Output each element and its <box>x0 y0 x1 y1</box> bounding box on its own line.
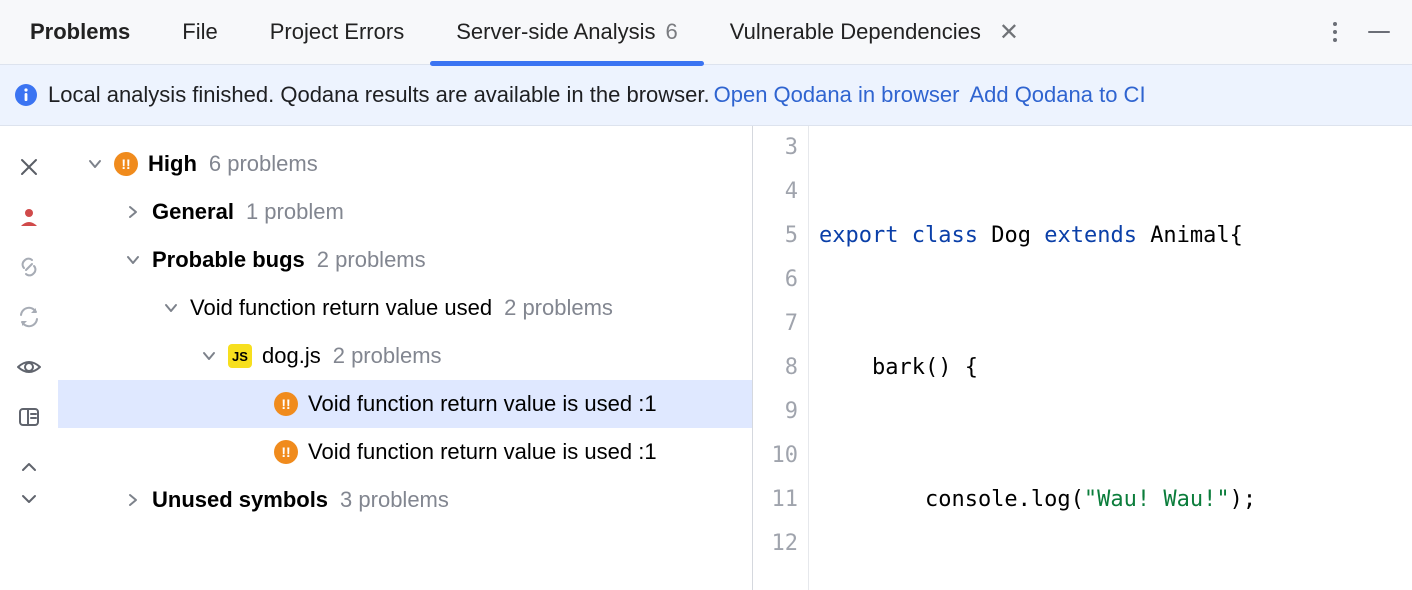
code-line: bark() { <box>819 346 1412 390</box>
info-icon <box>14 83 38 107</box>
collapse-up-icon[interactable] <box>16 454 42 480</box>
tree-label: Probable bugs <box>152 247 305 273</box>
banner-text: Local analysis finished. Qodana results … <box>48 82 710 108</box>
tree-issue-1[interactable]: !! Void function return value is used :1 <box>58 380 752 428</box>
code-line: export class Dog extends Animal{ <box>819 214 1412 258</box>
close-icon[interactable]: ✕ <box>999 18 1019 47</box>
line-gutter: 3 4 5 6 7 8 9 10 11 12 <box>753 126 809 590</box>
chevron-right-icon <box>122 489 144 511</box>
chevron-down-icon <box>160 297 182 319</box>
eye-icon[interactable] <box>16 354 42 380</box>
collapse-down-icon[interactable] <box>16 486 42 512</box>
line-number: 6 <box>753 258 798 302</box>
tree-node-file[interactable]: JS dog.js 2 problems <box>58 332 752 380</box>
severity-warn-icon: !! <box>274 440 298 464</box>
tab-label: Problems <box>30 19 130 45</box>
tree-count: 6 problems <box>209 151 318 177</box>
line-number: 8 <box>753 346 798 390</box>
severity-warn-icon: !! <box>274 392 298 416</box>
tree-node-high[interactable]: !! High 6 problems <box>58 140 752 188</box>
tree-label: General <box>152 199 234 225</box>
tree-label: dog.js <box>262 343 321 369</box>
tree-node-void-group[interactable]: Void function return value used 2 proble… <box>58 284 752 332</box>
tab-project-errors[interactable]: Project Errors <box>244 0 430 64</box>
tree-node-unused-symbols[interactable]: Unused symbols 3 problems <box>58 476 752 524</box>
tree-label: High <box>148 151 197 177</box>
tree-issue-2[interactable]: !! Void function return value is used :1 <box>58 428 752 476</box>
tab-label: File <box>182 19 217 45</box>
tree-label: Unused symbols <box>152 487 328 513</box>
main-split: !! High 6 problems General 1 problem Pro… <box>0 126 1412 590</box>
tree-node-general[interactable]: General 1 problem <box>58 188 752 236</box>
severity-high-icon: !! <box>114 152 138 176</box>
line-number: 9 <box>753 390 798 434</box>
tab-server-side-analysis[interactable]: Server-side Analysis 6 <box>430 0 704 64</box>
tree-label: Void function return value used <box>190 295 492 321</box>
add-qodana-ci-link[interactable]: Add Qodana to CI <box>969 82 1145 108</box>
line-number: 12 <box>753 522 798 566</box>
tab-file[interactable]: File <box>156 0 243 64</box>
js-file-icon: JS <box>228 344 252 368</box>
tabs-bar: Problems File Project Errors Server-side… <box>0 0 1412 64</box>
tab-vulnerable-dependencies[interactable]: Vulnerable Dependencies ✕ <box>704 0 1045 64</box>
issue-text: Void function return value is used :1 <box>308 439 657 465</box>
tab-problems[interactable]: Problems <box>4 0 156 64</box>
tree-count: 2 problems <box>504 295 613 321</box>
tree-count: 3 problems <box>340 487 449 513</box>
tree-count: 2 problems <box>333 343 442 369</box>
tab-label: Project Errors <box>270 19 404 45</box>
problems-tree: !! High 6 problems General 1 problem Pro… <box>58 126 752 590</box>
line-number: 5 <box>753 214 798 258</box>
line-number: 4 <box>753 170 798 214</box>
close-icon[interactable] <box>16 154 42 180</box>
chevron-down-icon <box>198 345 220 367</box>
link-icon[interactable] <box>16 254 42 280</box>
line-number: 11 <box>753 478 798 522</box>
open-qodana-link[interactable]: Open Qodana in browser <box>714 82 960 108</box>
line-number: 10 <box>753 434 798 478</box>
more-icon[interactable] <box>1332 20 1338 44</box>
line-number: 7 <box>753 302 798 346</box>
minimize-icon[interactable] <box>1366 19 1392 45</box>
tree-count: 1 problem <box>246 199 344 225</box>
code-line: console.log("Wau! Wau!"); <box>819 478 1412 522</box>
chevron-right-icon <box>122 201 144 223</box>
tab-count: 6 <box>666 19 678 45</box>
tool-gutter <box>0 126 58 590</box>
tab-label: Vulnerable Dependencies <box>730 19 981 45</box>
tree-count: 2 problems <box>317 247 426 273</box>
tree-node-probable-bugs[interactable]: Probable bugs 2 problems <box>58 236 752 284</box>
line-number: 3 <box>753 126 798 170</box>
tabs-actions <box>1332 19 1402 45</box>
refresh-icon[interactable] <box>16 304 42 330</box>
code-body[interactable]: export class Dog extends Animal{ bark() … <box>809 126 1412 590</box>
code-preview: 3 4 5 6 7 8 9 10 11 12 export class Dog … <box>753 126 1412 590</box>
info-banner: Local analysis finished. Qodana results … <box>0 64 1412 126</box>
tab-label: Server-side Analysis <box>456 19 655 45</box>
panel-icon[interactable] <box>16 404 42 430</box>
issue-text: Void function return value is used :1 <box>308 391 657 417</box>
chevron-down-icon <box>122 249 144 271</box>
user-icon[interactable] <box>16 204 42 230</box>
chevron-down-icon <box>84 153 106 175</box>
